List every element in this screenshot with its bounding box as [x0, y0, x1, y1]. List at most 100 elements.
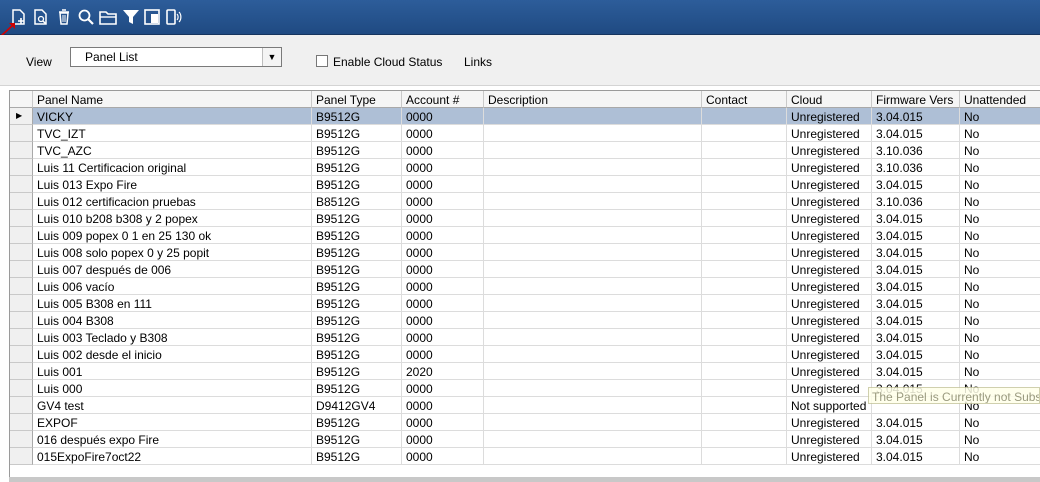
cell-panel-type[interactable]: B9512G: [312, 125, 402, 142]
cell-description[interactable]: [484, 176, 702, 193]
cell-panel-name[interactable]: Luis 003 Teclado y B308: [33, 329, 312, 346]
cell-cloud[interactable]: Unregistered: [787, 414, 872, 431]
cell-firmware-version[interactable]: 3.04.015: [872, 312, 960, 329]
cell-account-number[interactable]: 0000: [402, 295, 484, 312]
cell-account-number[interactable]: 0000: [402, 176, 484, 193]
cell-firmware-version[interactable]: 3.04.015: [872, 278, 960, 295]
table-row[interactable]: Luis 010 b208 b308 y 2 popex B9512G 0000 Un…: [10, 210, 1040, 227]
cell-unattended[interactable]: No: [960, 431, 1040, 448]
cell-panel-name[interactable]: 015ExpoFire7oct22: [33, 448, 312, 465]
cell-contact[interactable]: [702, 210, 787, 227]
row-header[interactable]: [10, 159, 33, 176]
cell-account-number[interactable]: 0000: [402, 125, 484, 142]
cell-contact[interactable]: [702, 261, 787, 278]
cell-account-number[interactable]: 0000: [402, 244, 484, 261]
cell-panel-name[interactable]: Luis 007 después de 006: [33, 261, 312, 278]
column-header-unattended[interactable]: Unattended: [960, 91, 1040, 108]
cell-panel-type[interactable]: B9512G: [312, 312, 402, 329]
cell-cloud[interactable]: Unregistered: [787, 363, 872, 380]
row-header[interactable]: [10, 176, 33, 193]
cell-unattended[interactable]: No: [960, 363, 1040, 380]
cell-cloud[interactable]: Unregistered: [787, 278, 872, 295]
cell-account-number[interactable]: 0000: [402, 159, 484, 176]
connect-icon[interactable]: [164, 8, 182, 26]
row-header[interactable]: [10, 312, 33, 329]
cell-description[interactable]: [484, 431, 702, 448]
table-row[interactable]: ▶ VICKY B9512G 0000 Unregistered 3.04.015 No: [10, 108, 1040, 125]
cell-firmware-version[interactable]: 3.04.015: [872, 108, 960, 125]
cell-description[interactable]: [484, 108, 702, 125]
cell-cloud[interactable]: Unregistered: [787, 108, 872, 125]
delete-icon[interactable]: [55, 8, 73, 26]
cell-unattended[interactable]: No: [960, 295, 1040, 312]
cell-contact[interactable]: [702, 295, 787, 312]
cell-cloud[interactable]: Unregistered: [787, 261, 872, 278]
cell-cloud[interactable]: Unregistered: [787, 295, 872, 312]
cell-panel-type[interactable]: B9512G: [312, 176, 402, 193]
cell-cloud[interactable]: Unregistered: [787, 431, 872, 448]
table-row[interactable]: TVC_IZT B9512G 0000 Unregistered 3.04.015 No: [10, 125, 1040, 142]
table-row[interactable]: Luis 012 certificacion pruebas B8512G 0000…: [10, 193, 1040, 210]
cell-panel-type[interactable]: B9512G: [312, 108, 402, 125]
cell-description[interactable]: [484, 244, 702, 261]
links-link[interactable]: Links: [464, 55, 492, 69]
row-header[interactable]: [10, 363, 33, 380]
table-row[interactable]: EXPOF B9512G 0000 Unregistered 3.04.015 No: [10, 414, 1040, 431]
cell-firmware-version[interactable]: 3.04.015: [872, 329, 960, 346]
cell-description[interactable]: [484, 397, 702, 414]
cell-description[interactable]: [484, 448, 702, 465]
cell-unattended[interactable]: No: [960, 346, 1040, 363]
cell-firmware-version[interactable]: 3.04.015: [872, 210, 960, 227]
column-header-panel-type[interactable]: Panel Type: [312, 91, 402, 108]
table-row[interactable]: Luis 005 B308 en 111 B9512G 0000 Unregister…: [10, 295, 1040, 312]
cell-panel-name[interactable]: Luis 009 popex 0 1 en 25 130 ok: [33, 227, 312, 244]
table-row[interactable]: Luis 007 después de 006 B9512G 0000 Unregis…: [10, 261, 1040, 278]
table-row[interactable]: Luis 11 Certificacion original B9512G 0000…: [10, 159, 1040, 176]
cell-description[interactable]: [484, 329, 702, 346]
cell-firmware-version[interactable]: 3.04.015: [872, 244, 960, 261]
row-header[interactable]: [10, 346, 33, 363]
horizontal-scrollbar[interactable]: [9, 477, 1040, 482]
cell-panel-name[interactable]: Luis 000: [33, 380, 312, 397]
row-header[interactable]: [10, 244, 33, 261]
cell-description[interactable]: [484, 125, 702, 142]
cell-account-number[interactable]: 0000: [402, 312, 484, 329]
row-header[interactable]: [10, 414, 33, 431]
enable-cloud-status-checkbox[interactable]: [316, 55, 328, 67]
cell-firmware-version[interactable]: 3.04.015: [872, 363, 960, 380]
cell-contact[interactable]: [702, 312, 787, 329]
cell-cloud[interactable]: Unregistered: [787, 227, 872, 244]
cell-cloud[interactable]: Unregistered: [787, 176, 872, 193]
cell-firmware-version[interactable]: 3.04.015: [872, 431, 960, 448]
cell-firmware-version[interactable]: 3.04.015: [872, 125, 960, 142]
cell-firmware-version[interactable]: 3.04.015: [872, 414, 960, 431]
cell-unattended[interactable]: No: [960, 142, 1040, 159]
cell-panel-name[interactable]: 016 después expo Fire: [33, 431, 312, 448]
cell-account-number[interactable]: 0000: [402, 346, 484, 363]
cell-cloud[interactable]: Unregistered: [787, 142, 872, 159]
cell-panel-name[interactable]: Luis 005 B308 en 111: [33, 295, 312, 312]
row-header[interactable]: [10, 142, 33, 159]
cell-contact[interactable]: [702, 380, 787, 397]
table-row[interactable]: Luis 006 vacío B9512G 0000 Unregistered 3.04…: [10, 278, 1040, 295]
cell-cloud[interactable]: Unregistered: [787, 312, 872, 329]
cell-panel-type[interactable]: B9512G: [312, 329, 402, 346]
cell-contact[interactable]: [702, 244, 787, 261]
search-icon[interactable]: [77, 8, 95, 26]
cell-panel-type[interactable]: D9412GV4: [312, 397, 402, 414]
cell-contact[interactable]: [702, 159, 787, 176]
preview-icon[interactable]: [32, 8, 50, 26]
cell-panel-name[interactable]: TVC_AZC: [33, 142, 312, 159]
cell-panel-type[interactable]: B9512G: [312, 261, 402, 278]
cell-panel-name[interactable]: GV4 test: [33, 397, 312, 414]
cell-contact[interactable]: [702, 142, 787, 159]
cell-panel-type[interactable]: B9512G: [312, 346, 402, 363]
cell-unattended[interactable]: No: [960, 210, 1040, 227]
row-header[interactable]: [10, 125, 33, 142]
cell-description[interactable]: [484, 159, 702, 176]
cell-account-number[interactable]: 0000: [402, 227, 484, 244]
table-row[interactable]: Luis 001 B9512G 2020 Unregistered 3.04.015 No: [10, 363, 1040, 380]
cell-description[interactable]: [484, 363, 702, 380]
row-header[interactable]: [10, 261, 33, 278]
cell-panel-type[interactable]: B9512G: [312, 380, 402, 397]
